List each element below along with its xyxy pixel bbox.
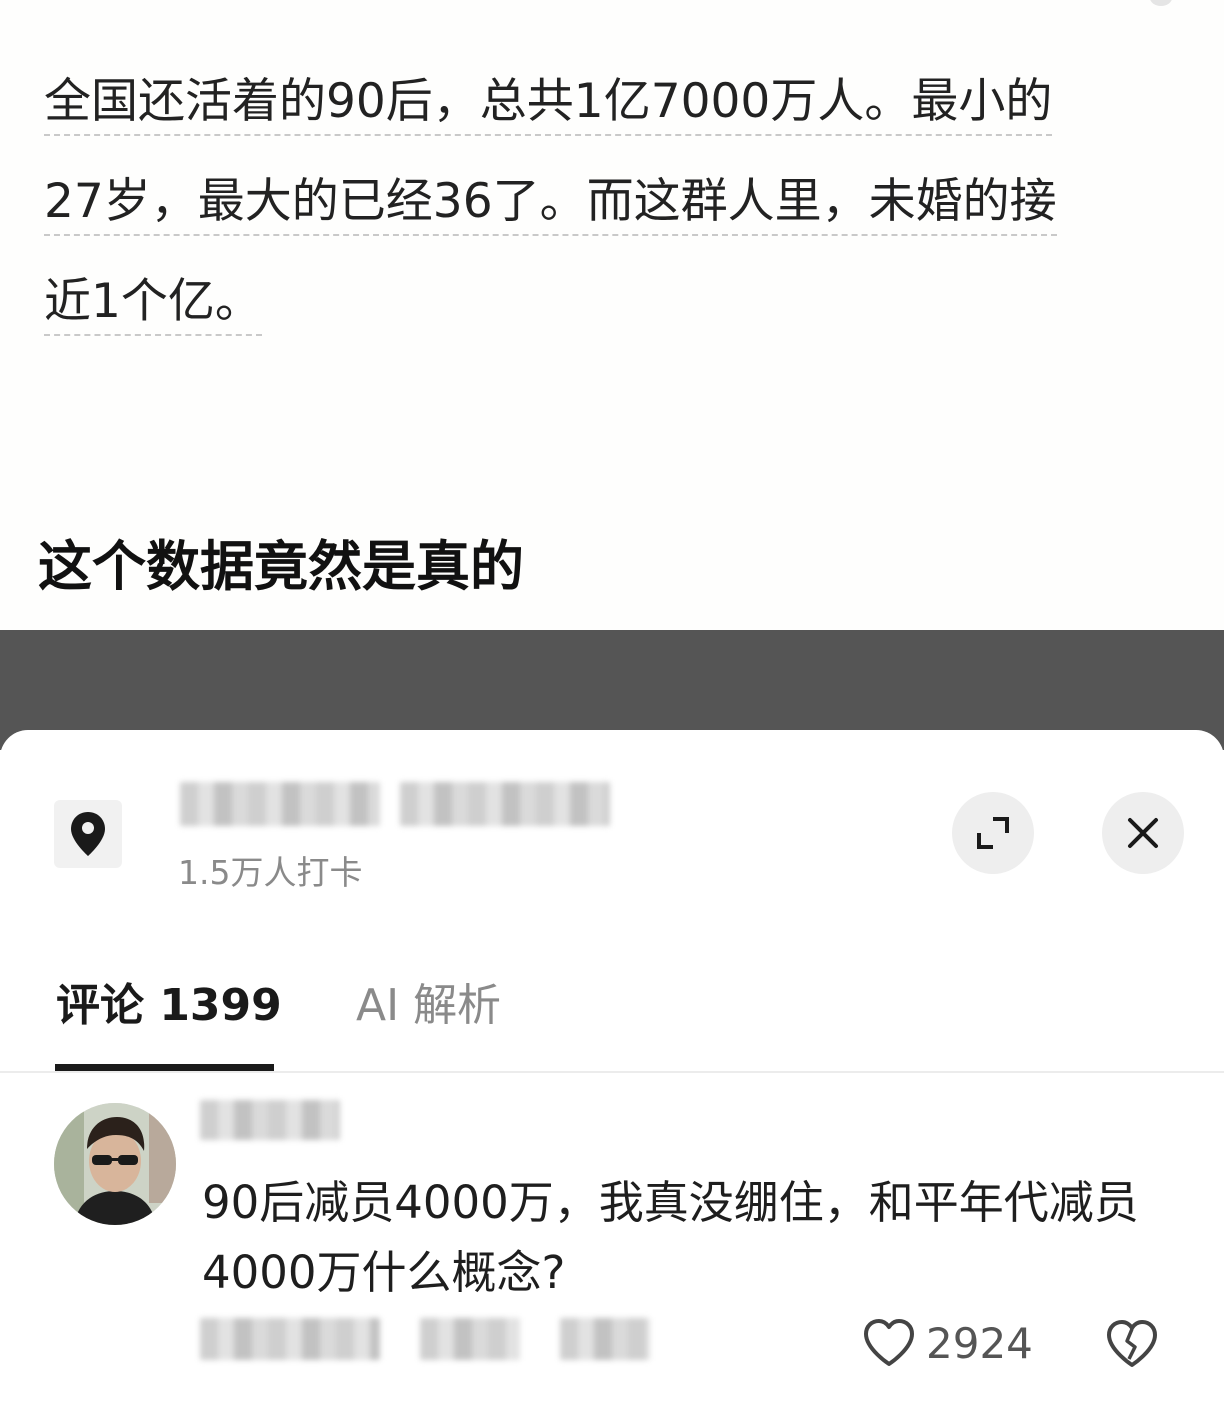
- location-pin-icon: [71, 812, 105, 856]
- location-name-blurred[interactable]: [180, 782, 380, 826]
- comments-sheet: 1.5万人打卡 评论 1399 AI 解析 90后减员4000万，我真没绷住，和…: [0, 730, 1224, 1414]
- expand-button[interactable]: [952, 792, 1034, 874]
- close-icon: [1128, 818, 1158, 848]
- active-tab-indicator: [55, 1064, 274, 1071]
- corner-mark: [1150, 0, 1172, 6]
- post-text-line: 全国还活着的90后，总共1亿7000万人。最小的: [44, 72, 1053, 136]
- comment-meta-blurred: [420, 1318, 520, 1360]
- tab-ai-analysis[interactable]: AI 解析: [356, 976, 501, 1036]
- dislike-button[interactable]: [1104, 1316, 1160, 1372]
- tab-divider: [0, 1071, 1224, 1073]
- location-name-blurred[interactable]: [400, 782, 610, 826]
- close-button[interactable]: [1102, 792, 1184, 874]
- location-button[interactable]: [54, 800, 122, 868]
- avatar-image: [54, 1103, 176, 1225]
- comment-text: 90后减员4000万，我真没绷住，和平年代减员4000万什么概念?: [202, 1176, 1139, 1299]
- like-count: 2924: [926, 1318, 1033, 1368]
- post-text-line: 近1个亿。: [44, 272, 262, 336]
- post-content: 全国还活着的90后，总共1亿7000万人。最小的 27岁，最大的已经36了。而这…: [0, 0, 1224, 632]
- post-text-line: 27岁，最大的已经36了。而这群人里，未婚的接: [44, 172, 1057, 236]
- broken-heart-icon: [1107, 1320, 1157, 1367]
- comment-meta-blurred: [200, 1318, 380, 1360]
- expand-icon: [977, 817, 1009, 849]
- reply-button-blurred[interactable]: [560, 1318, 650, 1360]
- like-button[interactable]: 2924: [862, 1315, 1033, 1371]
- page: 全国还活着的90后，总共1亿7000万人。最小的 27岁，最大的已经36了。而这…: [0, 0, 1224, 1414]
- heart-icon: [864, 1319, 914, 1366]
- post-title: 这个数据竟然是真的: [38, 535, 524, 598]
- username-blurred[interactable]: [200, 1100, 340, 1140]
- checkin-count: 1.5万人打卡: [178, 853, 363, 892]
- avatar[interactable]: [54, 1103, 176, 1225]
- tab-comments[interactable]: 评论 1399: [56, 976, 282, 1036]
